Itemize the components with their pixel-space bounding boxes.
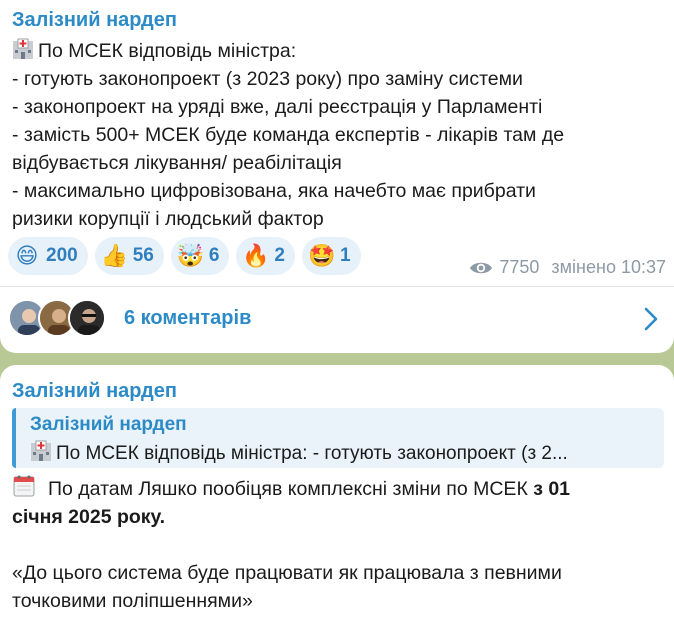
reaction-count: 6 xyxy=(208,245,220,266)
post-text: По МСЕК відповідь міністра: - готують за… xyxy=(12,37,664,233)
reply-line: «До цього система буде працювати як прац… xyxy=(12,562,562,584)
reply-line: По датам Ляшко пообіцяв комплексні зміни… xyxy=(12,474,664,503)
reaction-fire[interactable]: 🔥 2 xyxy=(236,237,295,275)
reply-date-bold: січня 2025 року. xyxy=(12,506,166,528)
divider xyxy=(0,286,674,287)
post-meta: 7750 змінено 10:37 xyxy=(469,257,666,278)
post-line: - замість 500+ МСЕК буде команда експерт… xyxy=(12,124,565,146)
hospital-icon xyxy=(31,440,51,461)
reaction-count: 1 xyxy=(340,245,351,266)
star-struck-icon: 🤩 xyxy=(308,243,336,268)
reply-line: точковими поліпшеннями» xyxy=(12,590,253,612)
quote-author: Залізний нардеп xyxy=(30,414,187,435)
reply-text: По датам Ляшко пообіцяв комплексні зміни… xyxy=(12,474,664,615)
channel-name[interactable]: Залізний нардеп xyxy=(12,9,177,32)
quote-text-content: По МСЕК відповідь міністра: - готують за… xyxy=(56,443,568,464)
laugh-emoji-icon: 😄 xyxy=(15,243,39,268)
post-line: По МСЕК відповідь міністра: xyxy=(12,37,664,65)
mind-blown-icon: 🤯 xyxy=(176,243,205,268)
reply-date-bold: з 01 xyxy=(533,478,571,500)
comments-link[interactable]: 6 коментарів xyxy=(124,307,251,330)
fire-icon: 🔥 xyxy=(242,243,270,268)
quoted-message[interactable]: Залізний нардеп По МСЕК відповідь мініст… xyxy=(12,408,664,468)
reaction-star-struck[interactable]: 🤩 1 xyxy=(302,237,361,275)
eye-icon xyxy=(470,262,493,273)
post-line: - готують законопроект (з 2023 року) про… xyxy=(12,68,523,90)
commenter-avatars[interactable] xyxy=(8,299,108,339)
view-count: 7750 xyxy=(499,257,540,277)
reaction-count: 56 xyxy=(132,245,154,266)
post-line-text: По МСЕК відповідь міністра: xyxy=(38,40,297,62)
edited-time: змінено 10:37 xyxy=(551,257,666,277)
channel-name[interactable]: Залізний нардеп xyxy=(12,380,177,403)
chevron-right-icon[interactable] xyxy=(644,307,658,331)
reply-line: січня 2025 року. xyxy=(12,503,664,531)
reactions-bar: 😄 200 👍 56 🤯 6 🔥 2 🤩 1 xyxy=(8,237,361,275)
quote-text: По МСЕК відповідь міністра: - готують за… xyxy=(30,440,654,465)
quote-bar xyxy=(12,408,16,468)
channel-post: Залізний нардеп По МСЕК відповідь мініст… xyxy=(0,0,674,353)
reaction-mind-blown[interactable]: 🤯 6 xyxy=(170,237,230,275)
hospital-icon xyxy=(13,38,33,59)
reply-line-text: По датам Ляшко пообіцяв комплексні зміни… xyxy=(48,478,534,500)
post-line: - законопроект на уряді вже, далі реєстр… xyxy=(12,96,543,118)
thumbs-up-icon: 👍 xyxy=(100,243,129,268)
post-line: відбувається лікування/ реабілітація xyxy=(12,152,342,174)
reaction-laugh[interactable]: 😄 200 xyxy=(8,237,88,275)
calendar-icon xyxy=(13,475,35,497)
reaction-count: 200 xyxy=(46,245,78,266)
post-line: ризики корупції і людський фактор xyxy=(12,208,324,230)
avatar xyxy=(68,299,106,337)
reaction-count: 2 xyxy=(274,245,285,266)
reaction-thumbs-up[interactable]: 👍 56 xyxy=(94,237,164,275)
post-line: - максимально цифровізована, яка начебто… xyxy=(12,180,536,202)
